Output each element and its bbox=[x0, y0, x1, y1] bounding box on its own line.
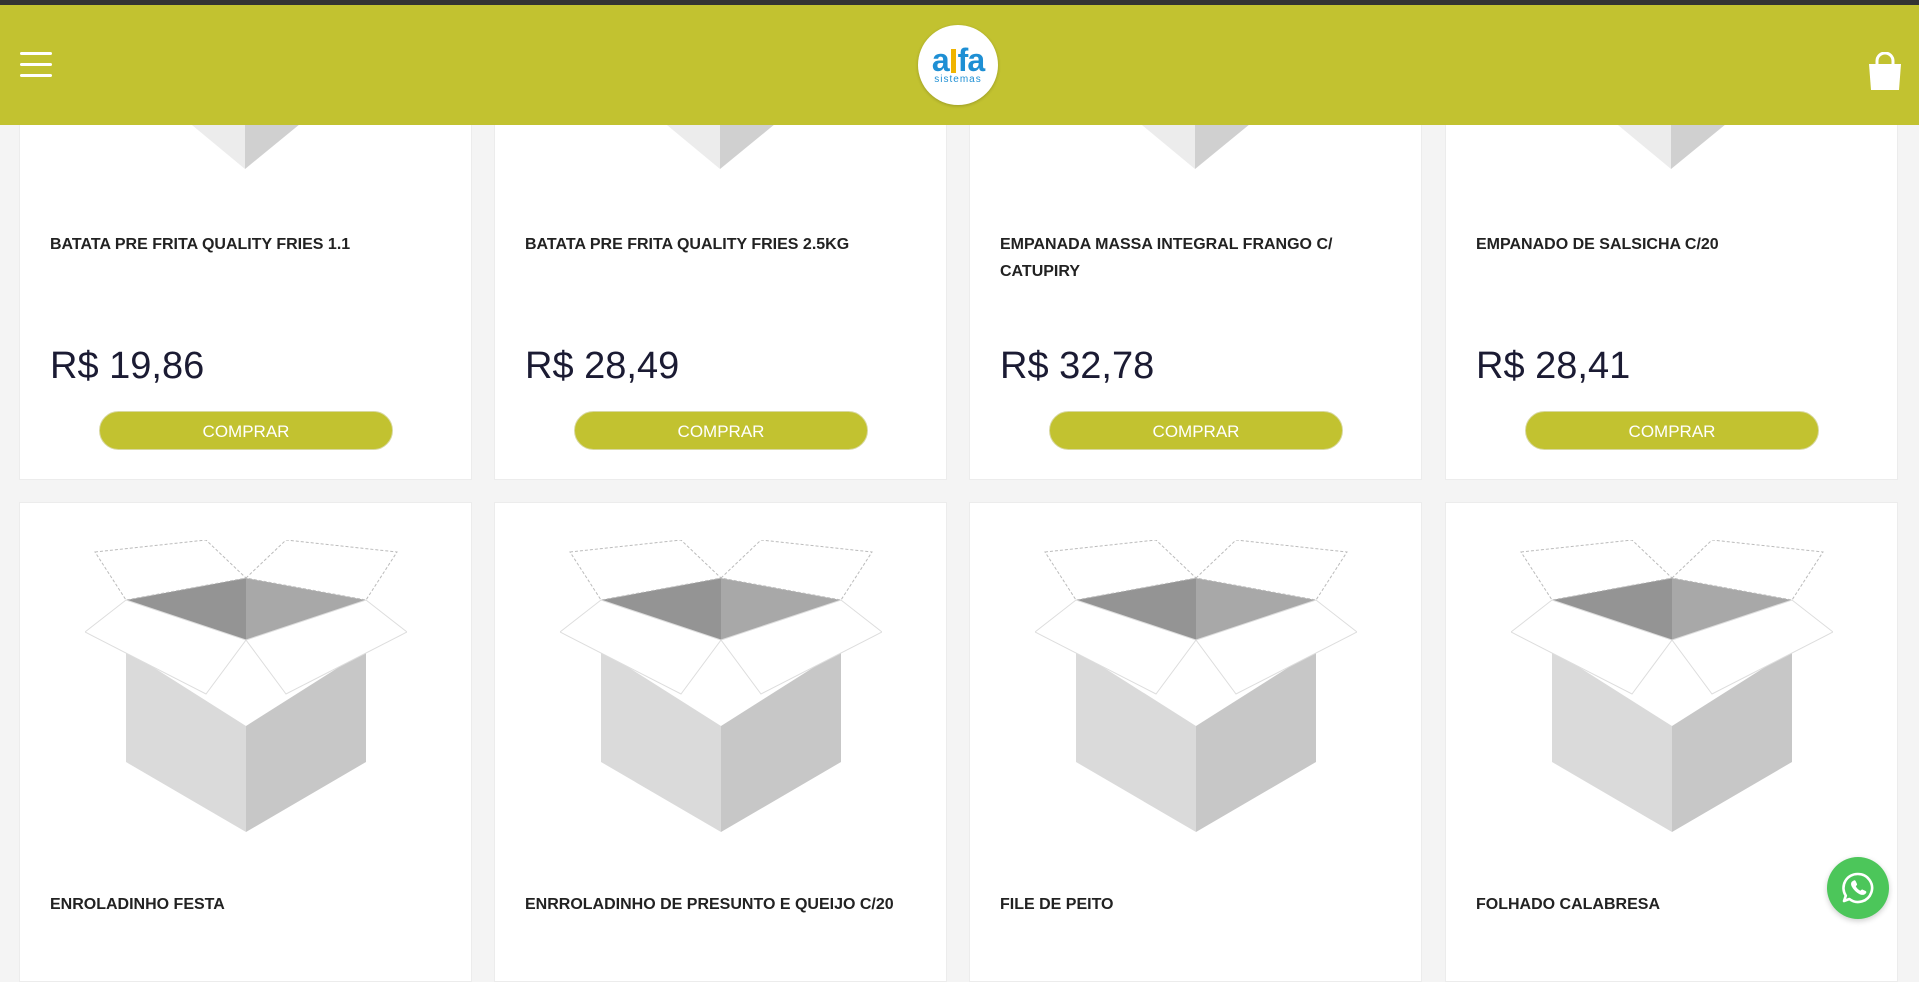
open-box-image[interactable] bbox=[1035, 540, 1357, 832]
alfa-sistemas-logo[interactable]: a fa sistemas bbox=[918, 25, 998, 105]
product-name[interactable]: BATATA PRE FRITA QUALITY FRIES 1.1 bbox=[50, 231, 430, 258]
open-box-image[interactable] bbox=[560, 540, 882, 832]
product-name[interactable]: FOLHADO CALABRESA bbox=[1476, 891, 1856, 918]
menu-icon[interactable] bbox=[20, 50, 52, 80]
buy-button[interactable]: COMPRAR bbox=[1049, 411, 1343, 450]
product-card: ENRROLADINHO DE PRESUNTO E QUEIJO C/20 bbox=[494, 502, 947, 982]
product-name[interactable]: FILE DE PEITO bbox=[1000, 891, 1380, 918]
product-card: ENROLADINHO FESTA bbox=[19, 502, 472, 982]
product-card: FOLHADO CALABRESA bbox=[1445, 502, 1898, 982]
product-price: R$ 28,49 bbox=[525, 345, 680, 387]
whatsapp-button[interactable] bbox=[1827, 857, 1889, 919]
product-price: R$ 19,86 bbox=[50, 345, 205, 387]
product-price: R$ 28,41 bbox=[1476, 345, 1631, 387]
open-box-image[interactable] bbox=[85, 540, 407, 832]
product-name[interactable]: ENRROLADINHO DE PRESUNTO E QUEIJO C/20 bbox=[525, 891, 905, 918]
buy-button[interactable]: COMPRAR bbox=[574, 411, 868, 450]
buy-button[interactable]: COMPRAR bbox=[1525, 411, 1819, 450]
site-header: a fa sistemas bbox=[0, 5, 1919, 125]
product-name[interactable]: EMPANADA MASSA INTEGRAL FRANGO C/ CATUPI… bbox=[1000, 231, 1380, 285]
whatsapp-icon bbox=[1842, 872, 1874, 904]
open-box-image[interactable] bbox=[1511, 540, 1833, 832]
product-price: R$ 32,78 bbox=[1000, 345, 1155, 387]
product-name[interactable]: EMPANADO DE SALSICHA C/20 bbox=[1476, 231, 1856, 258]
product-card: FILE DE PEITO bbox=[969, 502, 1422, 982]
product-name[interactable]: BATATA PRE FRITA QUALITY FRIES 2.5KG bbox=[525, 231, 905, 258]
shopping-bag-icon[interactable] bbox=[1866, 52, 1904, 92]
buy-button[interactable]: COMPRAR bbox=[99, 411, 393, 450]
top-strip bbox=[0, 0, 1919, 5]
product-name[interactable]: ENROLADINHO FESTA bbox=[50, 891, 430, 918]
